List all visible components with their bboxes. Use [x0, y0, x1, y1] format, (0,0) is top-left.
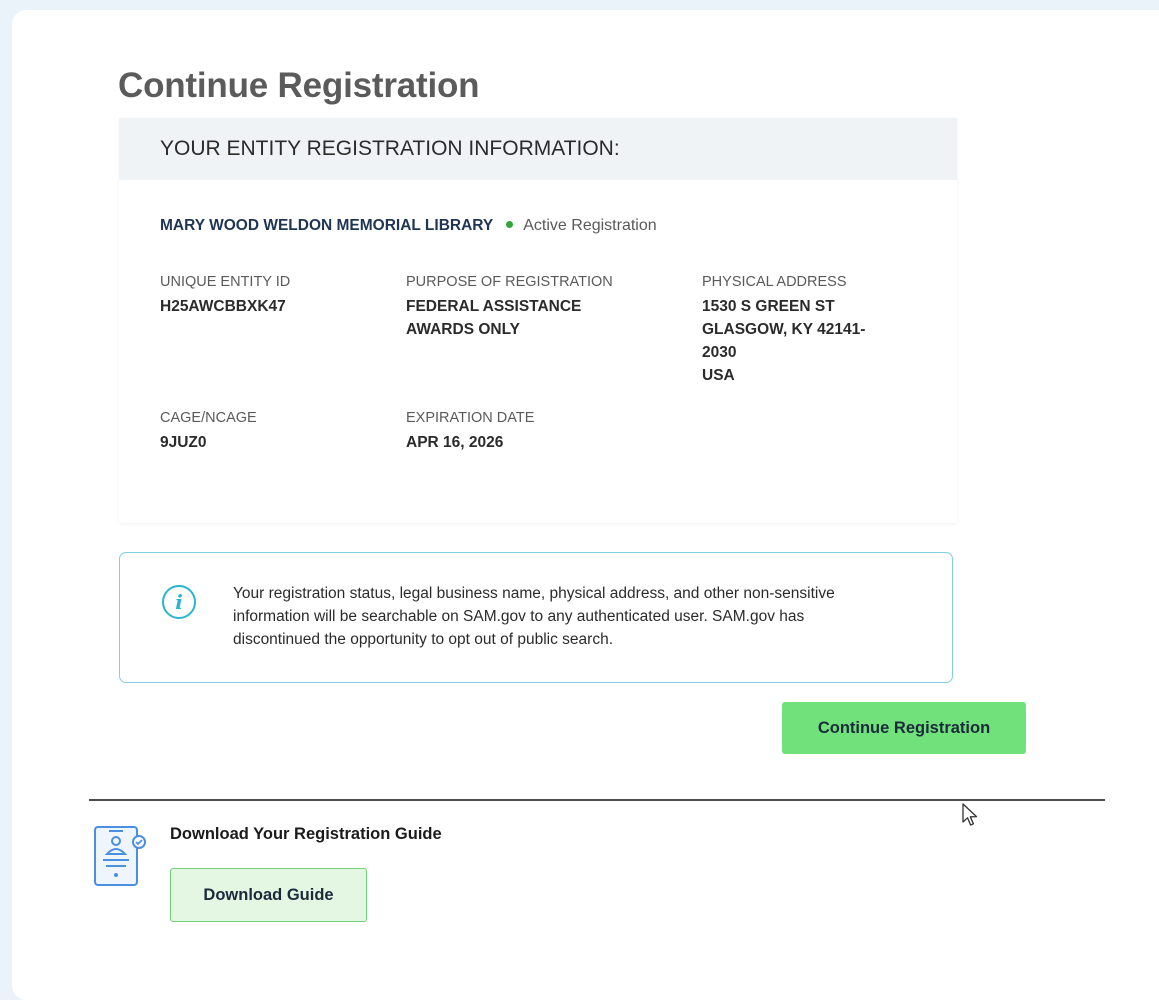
expiration-date-value: APR 16, 2026: [406, 434, 504, 451]
physical-address-field: PHYSICAL ADDRESS 1530 S GREEN ST GLASGOW…: [702, 272, 865, 387]
cage-ncage-field: CAGE/NCAGE 9JUZ0: [160, 408, 257, 454]
unique-entity-id-label: UNIQUE ENTITY ID: [160, 274, 291, 290]
purpose-of-registration-value: FEDERAL ASSISTANCE AWARDS ONLY: [406, 295, 613, 341]
address-line: 2030: [702, 344, 737, 361]
registration-guide-title: Download Your Registration Guide: [170, 825, 442, 843]
entity-name: MARY WOOD WELDON MEMORIAL LIBRARY: [160, 217, 494, 234]
address-line: 1530 S GREEN ST: [702, 298, 835, 315]
mouse-cursor-icon: [962, 803, 978, 826]
entity-name-row: MARY WOOD WELDON MEMORIAL LIBRARY Active…: [160, 217, 657, 235]
cage-ncage-label: CAGE/NCAGE: [160, 410, 257, 426]
purpose-line: FEDERAL ASSISTANCE: [406, 298, 582, 315]
purpose-line: AWARDS ONLY: [406, 321, 520, 338]
physical-address-value: 1530 S GREEN ST GLASGOW, KY 42141- 2030 …: [702, 295, 865, 387]
cage-ncage-value: 9JUZ0: [160, 434, 207, 451]
purpose-of-registration-field: PURPOSE OF REGISTRATION FEDERAL ASSISTAN…: [406, 272, 613, 341]
unique-entity-id-value: H25AWCBBXK47: [160, 298, 286, 315]
continue-registration-button[interactable]: Continue Registration: [782, 702, 1026, 754]
info-icon: i: [162, 585, 196, 619]
page-title: Continue Registration: [118, 66, 480, 105]
download-guide-button[interactable]: Download Guide: [170, 868, 367, 922]
expiration-date-field: EXPIRATION DATE APR 16, 2026: [406, 408, 534, 454]
address-line: GLASGOW, KY 42141-: [702, 321, 866, 338]
physical-address-label: PHYSICAL ADDRESS: [702, 274, 847, 290]
registration-guide-icon: [94, 826, 146, 886]
entity-registration-card: YOUR ENTITY REGISTRATION INFORMATION: MA…: [119, 118, 957, 523]
purpose-of-registration-label: PURPOSE OF REGISTRATION: [406, 274, 613, 290]
section-divider: [89, 799, 1105, 801]
public-search-info-alert: i Your registration status, legal busine…: [119, 552, 953, 683]
status-dot-icon: [506, 220, 514, 228]
expiration-date-label: EXPIRATION DATE: [406, 410, 535, 426]
entity-card-header: YOUR ENTITY REGISTRATION INFORMATION:: [119, 118, 957, 180]
address-line: USA: [702, 367, 735, 384]
unique-entity-id-field: UNIQUE ENTITY ID H25AWCBBXK47: [160, 272, 290, 318]
info-alert-text: Your registration status, legal business…: [233, 585, 835, 648]
registration-status: Active Registration: [523, 217, 657, 234]
